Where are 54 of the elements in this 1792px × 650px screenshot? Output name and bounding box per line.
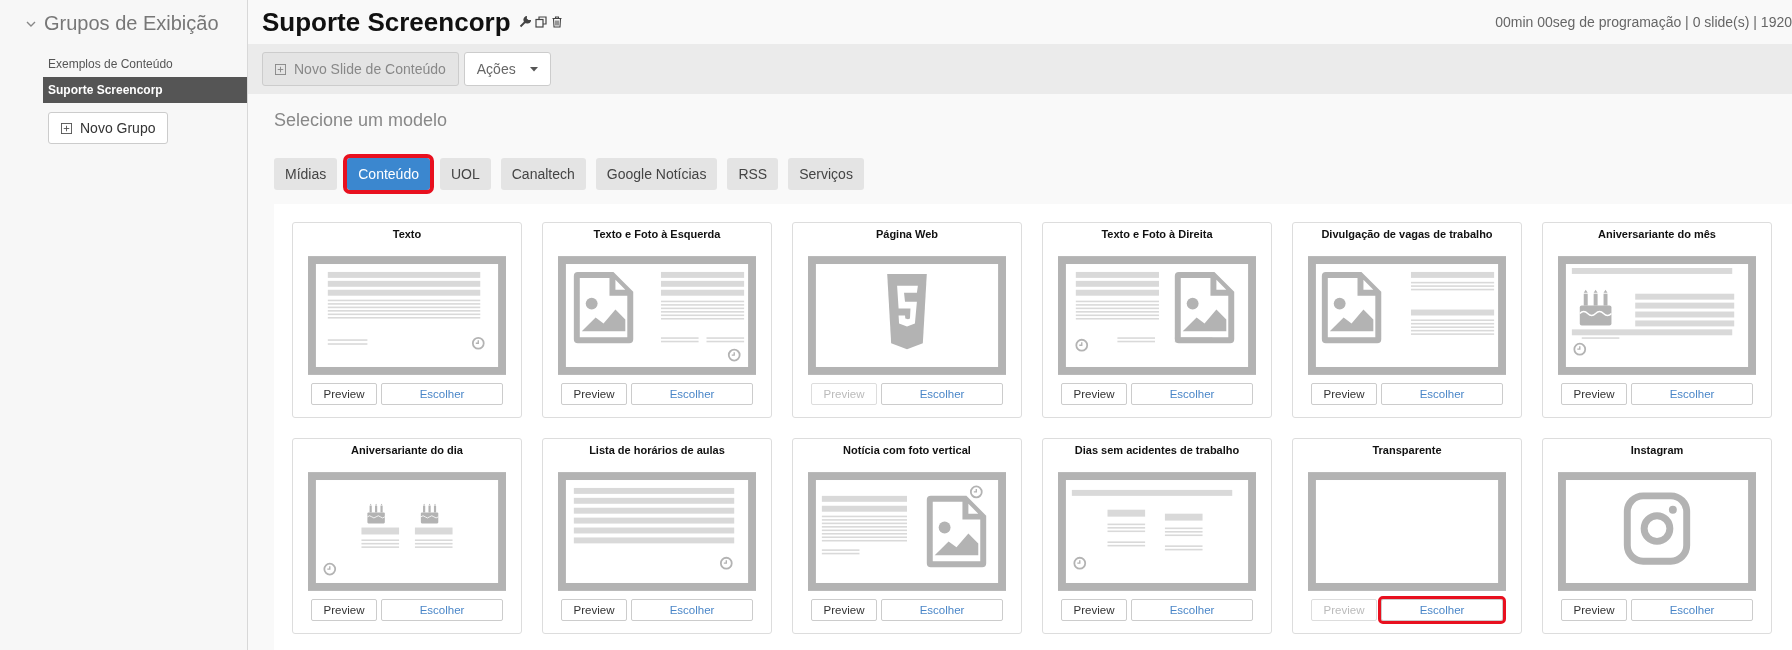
category-tab[interactable]: Mídias — [274, 158, 338, 190]
template-title: Transparente — [1372, 443, 1442, 458]
template-title: Divulgação de vagas de trabalho — [1321, 227, 1493, 242]
choose-button[interactable]: Escolher — [1381, 599, 1503, 621]
plus-icon — [61, 122, 72, 134]
preview-button[interactable]: Preview — [1561, 599, 1627, 621]
preview-button[interactable]: Preview — [1561, 383, 1627, 405]
choose-button[interactable]: Escolher — [1631, 383, 1753, 405]
choose-button[interactable]: Escolher — [381, 383, 503, 405]
template-title: Texto e Foto à Direita — [1101, 227, 1213, 242]
choose-button[interactable]: Escolher — [631, 599, 753, 621]
category-tab[interactable]: Canaltech — [500, 158, 586, 190]
choose-button[interactable]: Escolher — [631, 383, 753, 405]
choose-button[interactable]: Escolher — [1131, 599, 1253, 621]
page-title: Suporte Screencorp — [262, 6, 511, 38]
group-item[interactable]: Suporte Screencorp — [43, 77, 247, 103]
category-tab[interactable]: Serviços — [788, 158, 864, 190]
wrench-icon[interactable] — [518, 16, 531, 28]
trash-icon[interactable] — [550, 16, 563, 28]
new-group-button[interactable]: Novo Grupo — [48, 112, 169, 144]
preview-button[interactable]: Preview — [561, 599, 627, 621]
sidebar-heading: Grupos de Exibição — [44, 12, 219, 35]
preview-button[interactable]: Preview — [561, 383, 627, 405]
preview-button[interactable]: Preview — [311, 599, 377, 621]
template-title: Instagram — [1630, 443, 1684, 458]
preview-button[interactable]: Preview — [311, 383, 377, 405]
template-title: Aniversariante do dia — [351, 443, 463, 458]
caret-icon — [529, 66, 538, 72]
preview-button[interactable]: Preview — [1061, 383, 1127, 405]
preview-button[interactable]: Preview — [1061, 599, 1127, 621]
preview-button[interactable]: Preview — [811, 599, 877, 621]
template-title: Notícia com foto vertical — [843, 443, 971, 458]
category-tab[interactable]: UOL — [439, 158, 491, 190]
copy-icon[interactable] — [534, 16, 547, 28]
category-tab[interactable]: Google Notícias — [595, 158, 718, 190]
choose-button[interactable]: Escolher — [881, 599, 1003, 621]
template-title: Lista de horários de aulas — [589, 443, 725, 458]
preview-button[interactable]: Preview — [1311, 383, 1377, 405]
template-title: Texto — [392, 227, 422, 242]
plus-icon — [275, 63, 286, 75]
choose-button[interactable]: Escolher — [1631, 599, 1753, 621]
template-title: Página Web — [875, 227, 939, 242]
category-tab[interactable]: RSS — [727, 158, 779, 190]
section-heading: Selecione um modelo — [273, 109, 449, 132]
template-title: Dias sem acidentes de trabalho — [1074, 443, 1240, 458]
actions-dropdown[interactable]: Ações — [463, 52, 551, 86]
schedule-info: 00min 00seg de programação | 0 slide(s) | 1920 — [1495, 14, 1792, 30]
template-title: Aniversariante do mês — [1598, 227, 1716, 242]
group-item[interactable]: Exemplos de Conteúdo — [0, 51, 247, 77]
template-title: Texto e Foto à Esquerda — [593, 227, 721, 242]
choose-button[interactable]: Escolher — [1381, 383, 1503, 405]
choose-button[interactable]: Escolher — [881, 383, 1003, 405]
choose-button[interactable]: Escolher — [1131, 383, 1253, 405]
choose-button[interactable]: Escolher — [381, 599, 503, 621]
